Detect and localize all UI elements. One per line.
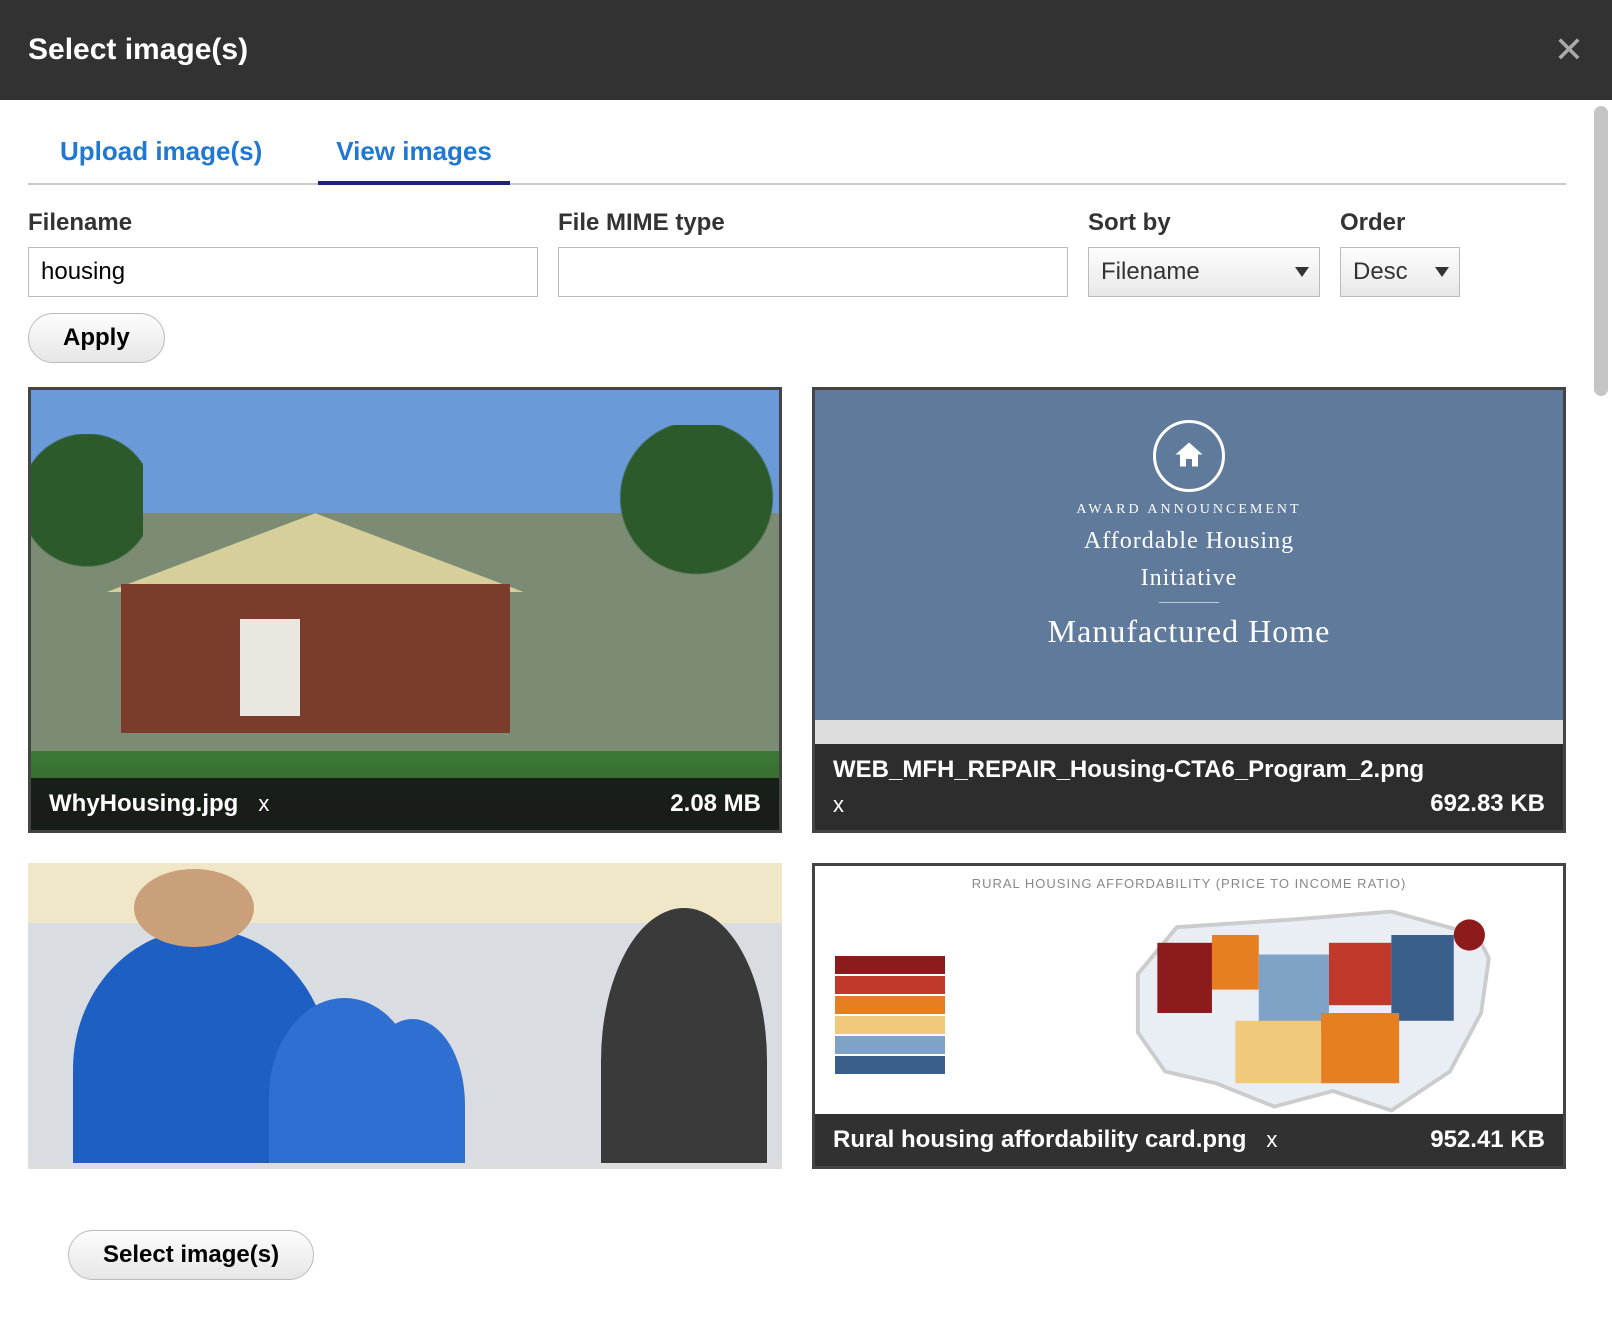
map-icon [1074,896,1553,1130]
apply-button[interactable]: Apply [28,313,165,363]
image-filesize: 2.08 MB [670,790,761,818]
filter-bar: Filename File MIME type Sort by Filename… [28,209,1566,297]
mime-input[interactable] [558,247,1068,297]
image-filename: WhyHousing.jpg [49,790,238,817]
image-overlay: WEB_MFH_REPAIR_Housing-CTA6_Program_2.pn… [815,744,1563,830]
preview-eyebrow: AWARD ANNOUNCEMENT [1076,502,1301,518]
filename-field: Filename [28,209,538,297]
image-filesize: 692.83 KB [1430,790,1545,818]
image-gallery: WhyHousing.jpg x 2.08 MB AWARD ANNOUNCEM… [28,387,1566,1169]
image-overlay: Rural housing affordability card.png x 9… [815,1114,1563,1166]
preview-line: Initiative [1141,565,1238,592]
mime-label: File MIME type [558,209,1068,237]
mime-field: File MIME type [558,209,1068,297]
image-tile[interactable] [28,863,782,1169]
image-thumbnail [31,390,779,830]
map-legend-icon [835,956,945,1076]
filename-input[interactable] [28,247,538,297]
remove-image-button[interactable]: x [258,791,269,816]
image-overlay: WhyHousing.jpg x 2.08 MB [31,778,779,830]
chevron-down-icon [1295,267,1309,277]
close-icon[interactable]: ✕ [1554,32,1584,68]
scrollbar[interactable] [1594,106,1608,396]
filename-label: Filename [28,209,538,237]
tab-view-images[interactable]: View images [324,126,504,183]
sortby-field: Sort by Filename [1088,209,1320,297]
modal-body: Upload image(s) View images Filename Fil… [0,100,1612,1326]
image-filesize: 952.41 KB [1430,1126,1545,1154]
select-images-button[interactable]: Select image(s) [68,1230,314,1280]
chevron-down-icon [1435,267,1449,277]
preview-line: Manufactured Home [1048,613,1331,650]
remove-image-button[interactable]: x [1266,1127,1277,1152]
remove-image-button[interactable]: x [833,792,1416,818]
modal-footer: Select image(s) [28,1199,1566,1310]
order-value: Desc [1353,258,1408,286]
house-icon [1153,420,1225,492]
sortby-value: Filename [1101,258,1200,286]
tab-upload-images[interactable]: Upload image(s) [48,126,274,183]
image-thumbnail: AWARD ANNOUNCEMENT Affordable Housing In… [815,390,1563,720]
image-thumbnail [28,863,782,1163]
preview-title: RURAL HOUSING AFFORDABILITY (PRICE TO IN… [815,876,1563,891]
sortby-label: Sort by [1088,209,1320,237]
image-filename: WEB_MFH_REPAIR_Housing-CTA6_Program_2.pn… [833,756,1545,784]
sortby-select[interactable]: Filename [1088,247,1320,297]
order-label: Order [1340,209,1460,237]
modal-header: Select image(s) ✕ [0,0,1612,100]
modal-title: Select image(s) [28,33,248,67]
select-images-modal: Select image(s) ✕ Upload image(s) View i… [0,0,1612,1326]
image-tile[interactable]: RURAL HOUSING AFFORDABILITY (PRICE TO IN… [812,863,1566,1169]
preview-line: Affordable Housing [1084,528,1294,555]
apply-row: Apply [28,313,1566,363]
image-filename: Rural housing affordability card.png [833,1126,1246,1153]
order-select[interactable]: Desc [1340,247,1460,297]
order-field: Order Desc [1340,209,1460,297]
image-tile[interactable]: WhyHousing.jpg x 2.08 MB [28,387,782,833]
tabs: Upload image(s) View images [28,120,1566,185]
image-tile[interactable]: AWARD ANNOUNCEMENT Affordable Housing In… [812,387,1566,833]
